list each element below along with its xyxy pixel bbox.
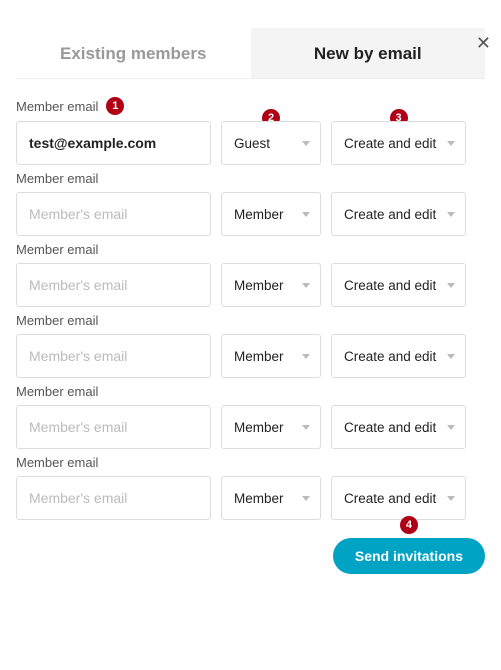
email-label-text: Member email bbox=[16, 99, 98, 114]
role-value: Member bbox=[234, 207, 284, 222]
chevron-down-icon bbox=[447, 283, 455, 288]
access-select[interactable]: Create and edit bbox=[331, 334, 466, 378]
chevron-down-icon bbox=[447, 354, 455, 359]
chevron-down-icon bbox=[447, 496, 455, 501]
role-select[interactable]: Member bbox=[221, 263, 321, 307]
tabs: Existing members New by email bbox=[16, 28, 485, 79]
chevron-down-icon bbox=[447, 141, 455, 146]
email-field[interactable] bbox=[16, 334, 211, 378]
chevron-down-icon bbox=[447, 425, 455, 430]
access-select[interactable]: Create and edit bbox=[331, 263, 466, 307]
role-select[interactable]: Guest bbox=[221, 121, 321, 165]
access-select[interactable]: Create and edit bbox=[331, 121, 466, 165]
access-select[interactable]: Create and edit bbox=[331, 405, 466, 449]
role-value: Guest bbox=[234, 136, 270, 151]
email-label: Member email bbox=[16, 455, 485, 470]
email-label: Member email 1 bbox=[16, 97, 485, 115]
tab-existing-members[interactable]: Existing members bbox=[16, 28, 251, 78]
role-select[interactable]: Member bbox=[221, 192, 321, 236]
access-value: Create and edit bbox=[344, 420, 436, 435]
role-value: Member bbox=[234, 349, 284, 364]
invite-row: Member email Member Create and edit bbox=[16, 384, 485, 449]
access-value: Create and edit bbox=[344, 136, 436, 151]
badge-4: 4 bbox=[400, 516, 418, 534]
access-value: Create and edit bbox=[344, 349, 436, 364]
close-icon[interactable]: ✕ bbox=[476, 34, 491, 52]
footer: 4 Send invitations bbox=[0, 526, 501, 574]
role-select[interactable]: Member bbox=[221, 334, 321, 378]
email-label: Member email bbox=[16, 242, 485, 257]
access-select[interactable]: Create and edit bbox=[331, 476, 466, 520]
invite-form: Member email 1 2 Guest 3 Create and edit bbox=[0, 79, 501, 520]
role-select[interactable]: Member bbox=[221, 476, 321, 520]
chevron-down-icon bbox=[302, 496, 310, 501]
role-value: Member bbox=[234, 278, 284, 293]
access-value: Create and edit bbox=[344, 278, 436, 293]
chevron-down-icon bbox=[302, 354, 310, 359]
access-select[interactable]: Create and edit bbox=[331, 192, 466, 236]
chevron-down-icon bbox=[302, 212, 310, 217]
invite-row: Member email Member Create and edit bbox=[16, 242, 485, 307]
role-value: Member bbox=[234, 420, 284, 435]
chevron-down-icon bbox=[302, 141, 310, 146]
email-field[interactable] bbox=[16, 121, 211, 165]
email-field[interactable] bbox=[16, 263, 211, 307]
role-value: Member bbox=[234, 491, 284, 506]
invite-row: Member email Member Create and edit bbox=[16, 455, 485, 520]
chevron-down-icon bbox=[302, 283, 310, 288]
invite-row: Member email Member Create and edit bbox=[16, 313, 485, 378]
send-invitations-button[interactable]: Send invitations bbox=[333, 538, 485, 574]
invite-row: Member email Member Create and edit bbox=[16, 171, 485, 236]
tab-new-by-email[interactable]: New by email bbox=[251, 28, 486, 78]
chevron-down-icon bbox=[302, 425, 310, 430]
invite-row: Member email 1 2 Guest 3 Create and edit bbox=[16, 97, 485, 165]
role-select[interactable]: Member bbox=[221, 405, 321, 449]
chevron-down-icon bbox=[447, 212, 455, 217]
badge-1: 1 bbox=[106, 97, 124, 115]
email-field[interactable] bbox=[16, 476, 211, 520]
email-field[interactable] bbox=[16, 192, 211, 236]
access-value: Create and edit bbox=[344, 491, 436, 506]
email-field[interactable] bbox=[16, 405, 211, 449]
email-label: Member email bbox=[16, 313, 485, 328]
access-value: Create and edit bbox=[344, 207, 436, 222]
email-label: Member email bbox=[16, 171, 485, 186]
email-label: Member email bbox=[16, 384, 485, 399]
